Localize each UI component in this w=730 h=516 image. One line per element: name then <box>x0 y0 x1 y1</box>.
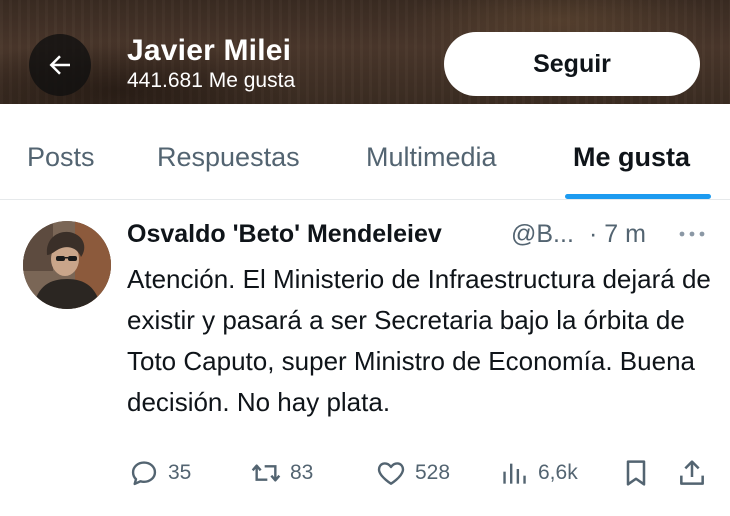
views-count: 6,6k <box>538 461 578 484</box>
bookmark-icon <box>626 460 646 486</box>
tweet-header: Osvaldo 'Beto' Mendeleiev @B... · 7 m <box>127 220 717 254</box>
share-icon <box>680 460 704 485</box>
author-handle[interactable]: @B... <box>511 220 574 249</box>
more-options-icon[interactable] <box>675 224 709 244</box>
views-chart-icon <box>503 463 526 484</box>
active-tab-indicator <box>565 194 711 199</box>
repost-count: 83 <box>290 461 314 484</box>
like-button[interactable]: 528 <box>375 456 450 490</box>
tab-posts[interactable]: Posts <box>27 142 95 173</box>
heart-icon <box>377 462 405 485</box>
reply-count: 35 <box>168 461 192 484</box>
profile-header: Javier Milei 441.681 Me gusta Seguir <box>0 0 730 104</box>
tab-replies[interactable]: Respuestas <box>157 142 300 173</box>
profile-name: Javier Milei <box>127 34 292 67</box>
author-name[interactable]: Osvaldo 'Beto' Mendeleiev <box>127 220 442 249</box>
likes-count: 441.681 Me gusta <box>127 69 296 92</box>
tweet-text: Atención. El Ministerio de Infraestructu… <box>127 264 711 417</box>
tweet-timestamp[interactable]: · 7 m <box>589 220 646 249</box>
bookmark-button[interactable] <box>620 456 652 490</box>
share-button[interactable] <box>676 456 708 490</box>
tab-likes[interactable]: Me gusta <box>573 142 690 173</box>
tweet-actions: 35 83 528 6,6k <box>0 456 730 496</box>
back-button[interactable] <box>29 34 91 96</box>
follow-button[interactable]: Seguir <box>444 32 700 96</box>
repost-button[interactable]: 83 <box>250 456 313 490</box>
arrow-left-icon <box>49 55 70 75</box>
avatar[interactable] <box>23 221 111 309</box>
like-count: 528 <box>415 461 451 484</box>
profile-tabs: Posts Respuestas Multimedia Me gusta <box>0 104 730 200</box>
tab-media[interactable]: Multimedia <box>366 142 497 173</box>
repost-icon <box>251 464 281 482</box>
reply-icon <box>131 461 157 486</box>
reply-button[interactable]: 35 <box>128 456 191 490</box>
views-button[interactable]: 6,6k <box>498 456 578 490</box>
